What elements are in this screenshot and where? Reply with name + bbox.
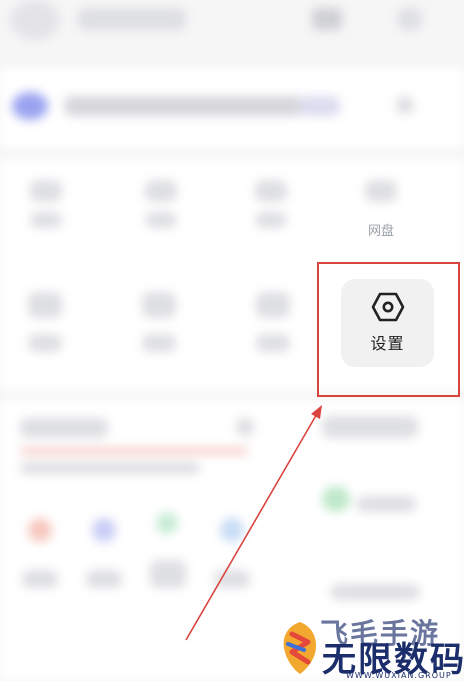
settings-label: 设置 [370, 334, 405, 353]
avatar [10, 0, 60, 40]
settings-icon [371, 292, 404, 322]
watermark: 飞毛手游 无限数码 WWW.WUXIAN.GROUP [276, 610, 464, 681]
disk-label: 网盘 [368, 224, 395, 239]
settings-tile-button[interactable]: 设置 [341, 279, 434, 367]
watermark-sub-text: WWW.WUXIAN.GROUP [346, 671, 452, 680]
watermark-logo-icon [283, 622, 316, 674]
